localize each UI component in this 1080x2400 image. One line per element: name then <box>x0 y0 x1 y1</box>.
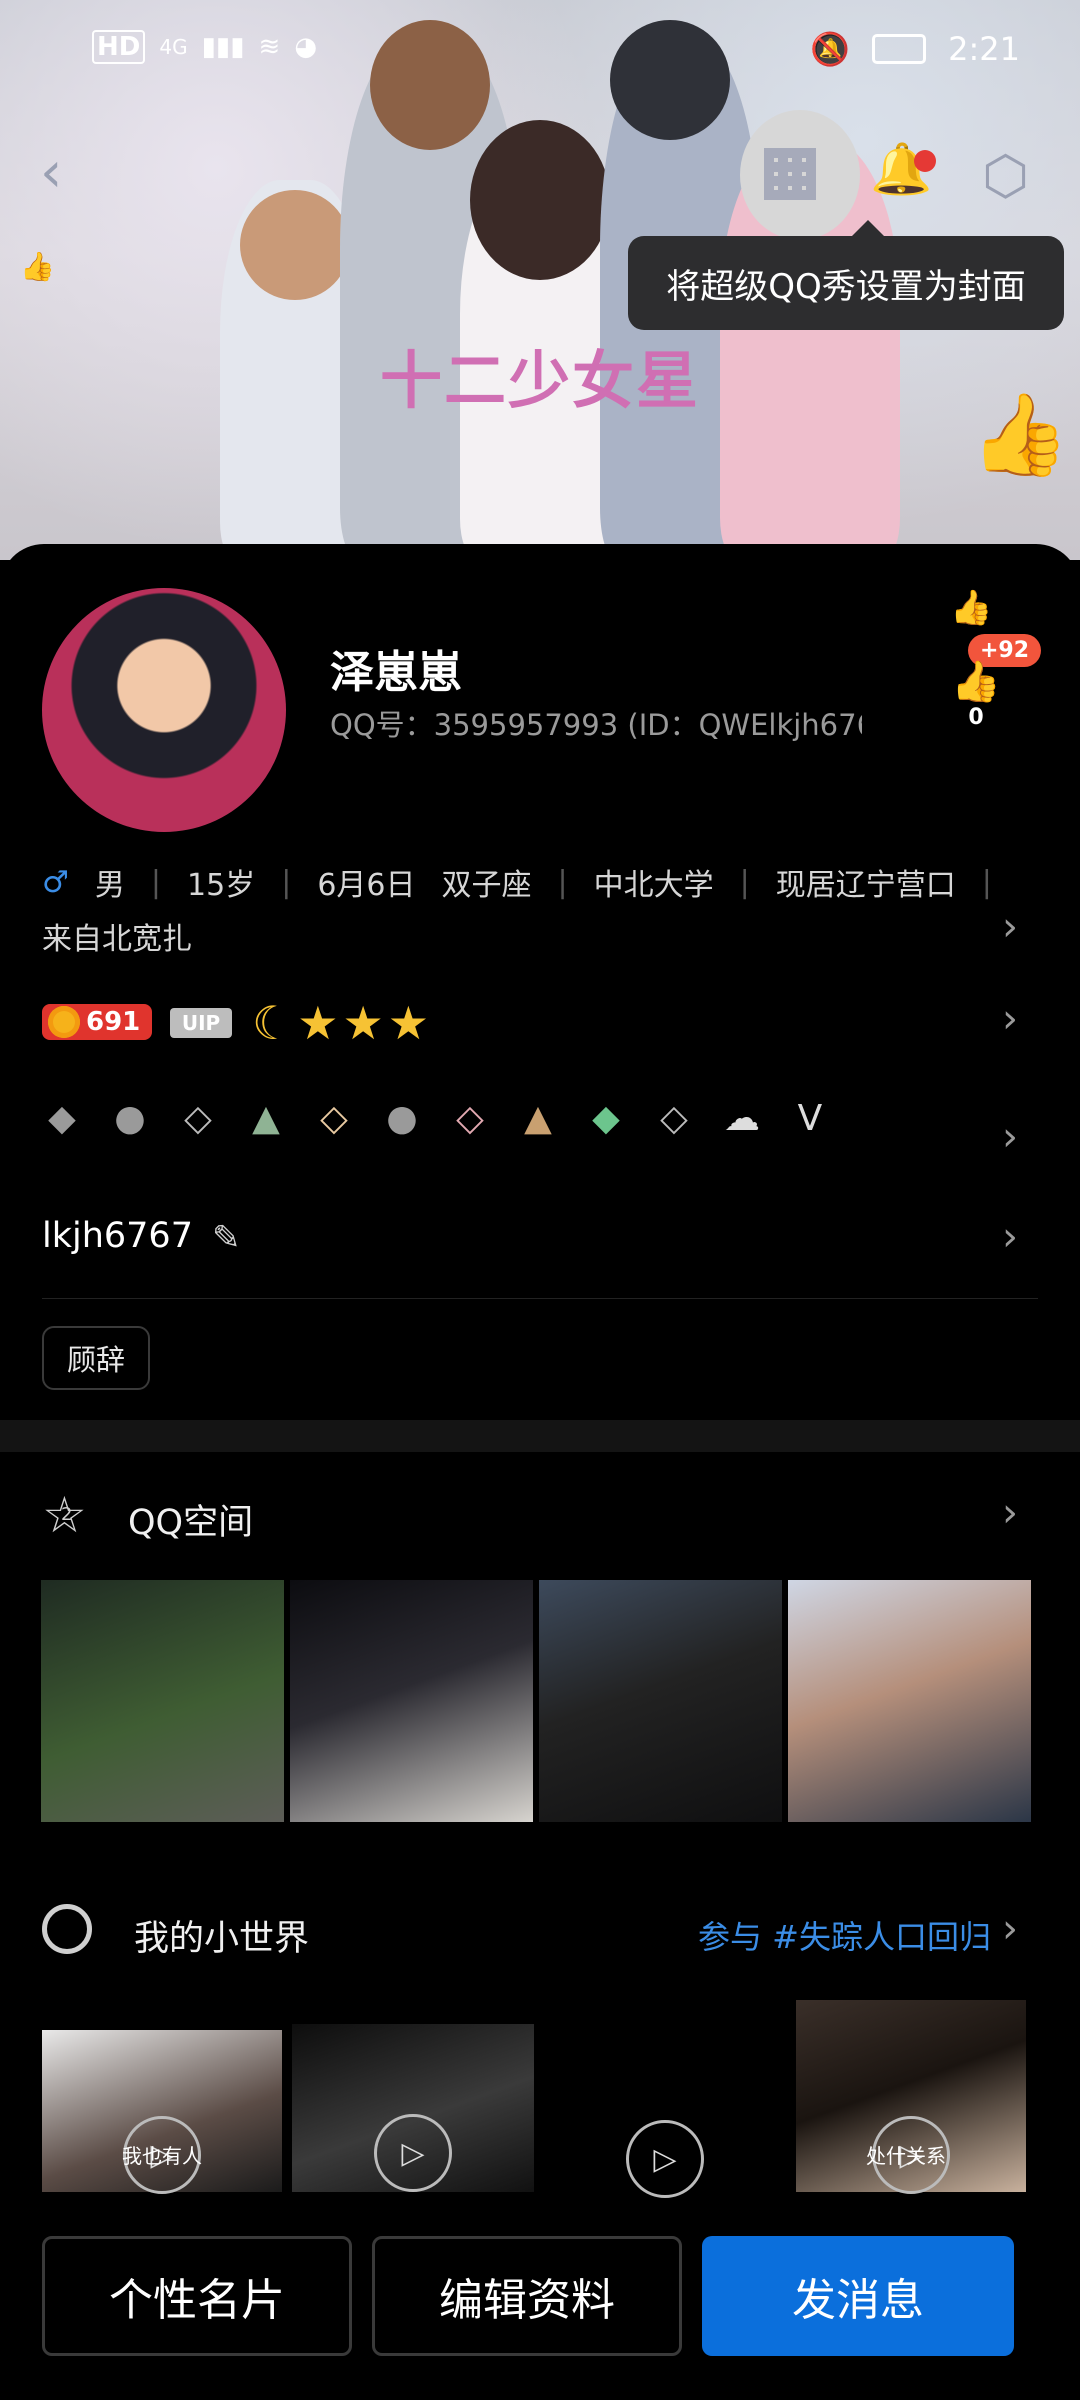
penguin-gold-crown-icon: ● <box>386 1097 418 1139</box>
qzone-photo[interactable] <box>788 1580 1031 1822</box>
cloud-v-icon: ☁ <box>724 1097 760 1139</box>
info-zodiac: 双子座 <box>441 868 532 903</box>
diamond-icon: ◇ <box>184 1097 212 1139</box>
profile-tag[interactable]: 顾辞 <box>42 1326 150 1390</box>
chevron-right-icon[interactable]: › <box>1002 996 1018 1042</box>
vip-badge[interactable]: UIP <box>170 1008 232 1038</box>
signature-text[interactable]: lkjh6767 <box>42 1216 193 1256</box>
cover-title-art: 十二少女星 <box>380 344 701 417</box>
like-count: 0 <box>968 705 984 730</box>
back-icon[interactable]: ‹ <box>40 140 62 205</box>
qzone-photo[interactable] <box>41 1580 284 1822</box>
penguin-crown-icon: ● <box>114 1097 146 1139</box>
mountain-gold-icon: ▲ <box>524 1097 552 1139</box>
moon-icon: ☾ <box>252 996 294 1050</box>
play-icon[interactable]: ▷ <box>626 2120 704 2198</box>
info-hometown: 来自北宽扎 <box>42 922 192 957</box>
world-circle-icon <box>42 1904 92 1954</box>
male-icon: ♂ <box>42 864 69 900</box>
pink-diamond-icon: ◇ <box>456 1097 484 1139</box>
info-age: 15岁 <box>187 868 256 903</box>
avatar[interactable] <box>42 588 286 832</box>
status-time: 2:21 <box>948 30 1020 68</box>
network-label: 4G <box>159 35 188 59</box>
world-title[interactable]: 我的小世界 <box>134 1910 309 1961</box>
info-birthday: 6月6日 <box>317 868 416 903</box>
thumb-up-icon: 👍 <box>951 659 1001 705</box>
like-animation-icon: 👍 <box>950 588 993 628</box>
signal-icon: ▮▮▮ <box>201 32 245 62</box>
info-gender: 男 <box>94 868 125 903</box>
notification-dot <box>914 150 936 172</box>
edit-pencil-icon[interactable]: ✎ <box>212 1218 241 1258</box>
qzone-title[interactable]: QQ空间 <box>128 1494 253 1545</box>
like-button[interactable]: 👍 0 <box>946 640 1006 730</box>
basic-info-row[interactable]: ♂ 男 | 15岁 | 6月6日 双子座 | 中北大学 | 现居辽宁营口 | <box>42 860 992 904</box>
nickname: 泽崽崽 <box>330 647 462 698</box>
hd-label: HD <box>92 30 146 64</box>
qzone-photo[interactable] <box>290 1580 533 1822</box>
hexagon-settings-icon[interactable]: ⬡ <box>982 144 1029 207</box>
section-separator <box>0 1420 1080 1452</box>
star-icon: ★ <box>297 996 339 1050</box>
video-caption: 我也有人 <box>122 2144 202 2168</box>
chevron-right-icon[interactable]: › <box>1002 1906 1018 1952</box>
info-school: 中北大学 <box>593 868 714 903</box>
profile-card-button[interactable]: 个性名片 <box>42 2236 352 2356</box>
level-icons[interactable]: ☾ ★ ★ ★ <box>252 996 429 1050</box>
chevron-right-icon[interactable]: › <box>1002 904 1018 950</box>
v-badge-icon: V <box>797 1097 823 1139</box>
qq-number: QQ号：3595957993 (ID：QWElkjh676) <box>330 708 862 742</box>
large-thumb-icon[interactable]: 👍 <box>970 388 1070 482</box>
status-bar: HD 4G ▮▮▮ ≋ ◕ 🔕 2:21 <box>0 0 1080 110</box>
chevron-right-icon[interactable]: › <box>1002 1114 1018 1160</box>
world-topic-link[interactable]: 参与 #失踪人口回归 <box>698 1912 991 1958</box>
mute-bell-icon: 🔕 <box>810 30 851 68</box>
coin-badge[interactable]: 691 <box>42 1004 152 1040</box>
green-gem-icon: ◆ <box>592 1097 620 1139</box>
crown-diamond-icon: ◆ <box>48 1097 76 1139</box>
qzone-photo[interactable] <box>539 1580 782 1822</box>
send-message-button[interactable]: 发消息 <box>702 2236 1014 2356</box>
cover-tooltip[interactable]: 将超级QQ秀设置为封面 <box>628 220 1064 330</box>
mountain-icon: ▲ <box>252 1097 280 1139</box>
small-thumb-icon: 👍 <box>20 250 55 283</box>
chevron-right-icon[interactable]: › <box>1002 1214 1018 1260</box>
star-icon: ★ <box>387 996 429 1050</box>
wifi-icon: ≋ <box>258 32 281 62</box>
battery-icon <box>872 34 927 64</box>
star-icon: ★ <box>342 996 384 1050</box>
globe-icon: ◕ <box>294 32 317 62</box>
world-video[interactable]: ▷ 处什关系 <box>796 2000 1026 2194</box>
chevron-right-icon[interactable]: › <box>1002 1490 1018 1536</box>
silver-diamond-icon: ◇ <box>660 1097 688 1139</box>
info-location: 现居辽宁营口 <box>775 868 956 903</box>
qzone-star-icon: ☆ 2 <box>42 1486 87 1544</box>
world-video[interactable]: ▷ 我也有人 <box>42 2030 282 2194</box>
qr-code-icon[interactable] <box>764 148 816 200</box>
play-icon[interactable]: ▷ <box>374 2114 452 2192</box>
badge-row[interactable]: ◆ ● ◇ ▲ ◇ ● ◇ ▲ ◆ ◇ ☁ V <box>42 1097 830 1139</box>
video-caption: 处什关系 <box>866 2144 946 2168</box>
divider <box>42 1298 1038 1299</box>
edit-profile-button[interactable]: 编辑资料 <box>372 2236 682 2356</box>
gold-diamond-icon: ◇ <box>320 1097 348 1139</box>
world-video[interactable]: ▷ <box>292 2024 534 2192</box>
